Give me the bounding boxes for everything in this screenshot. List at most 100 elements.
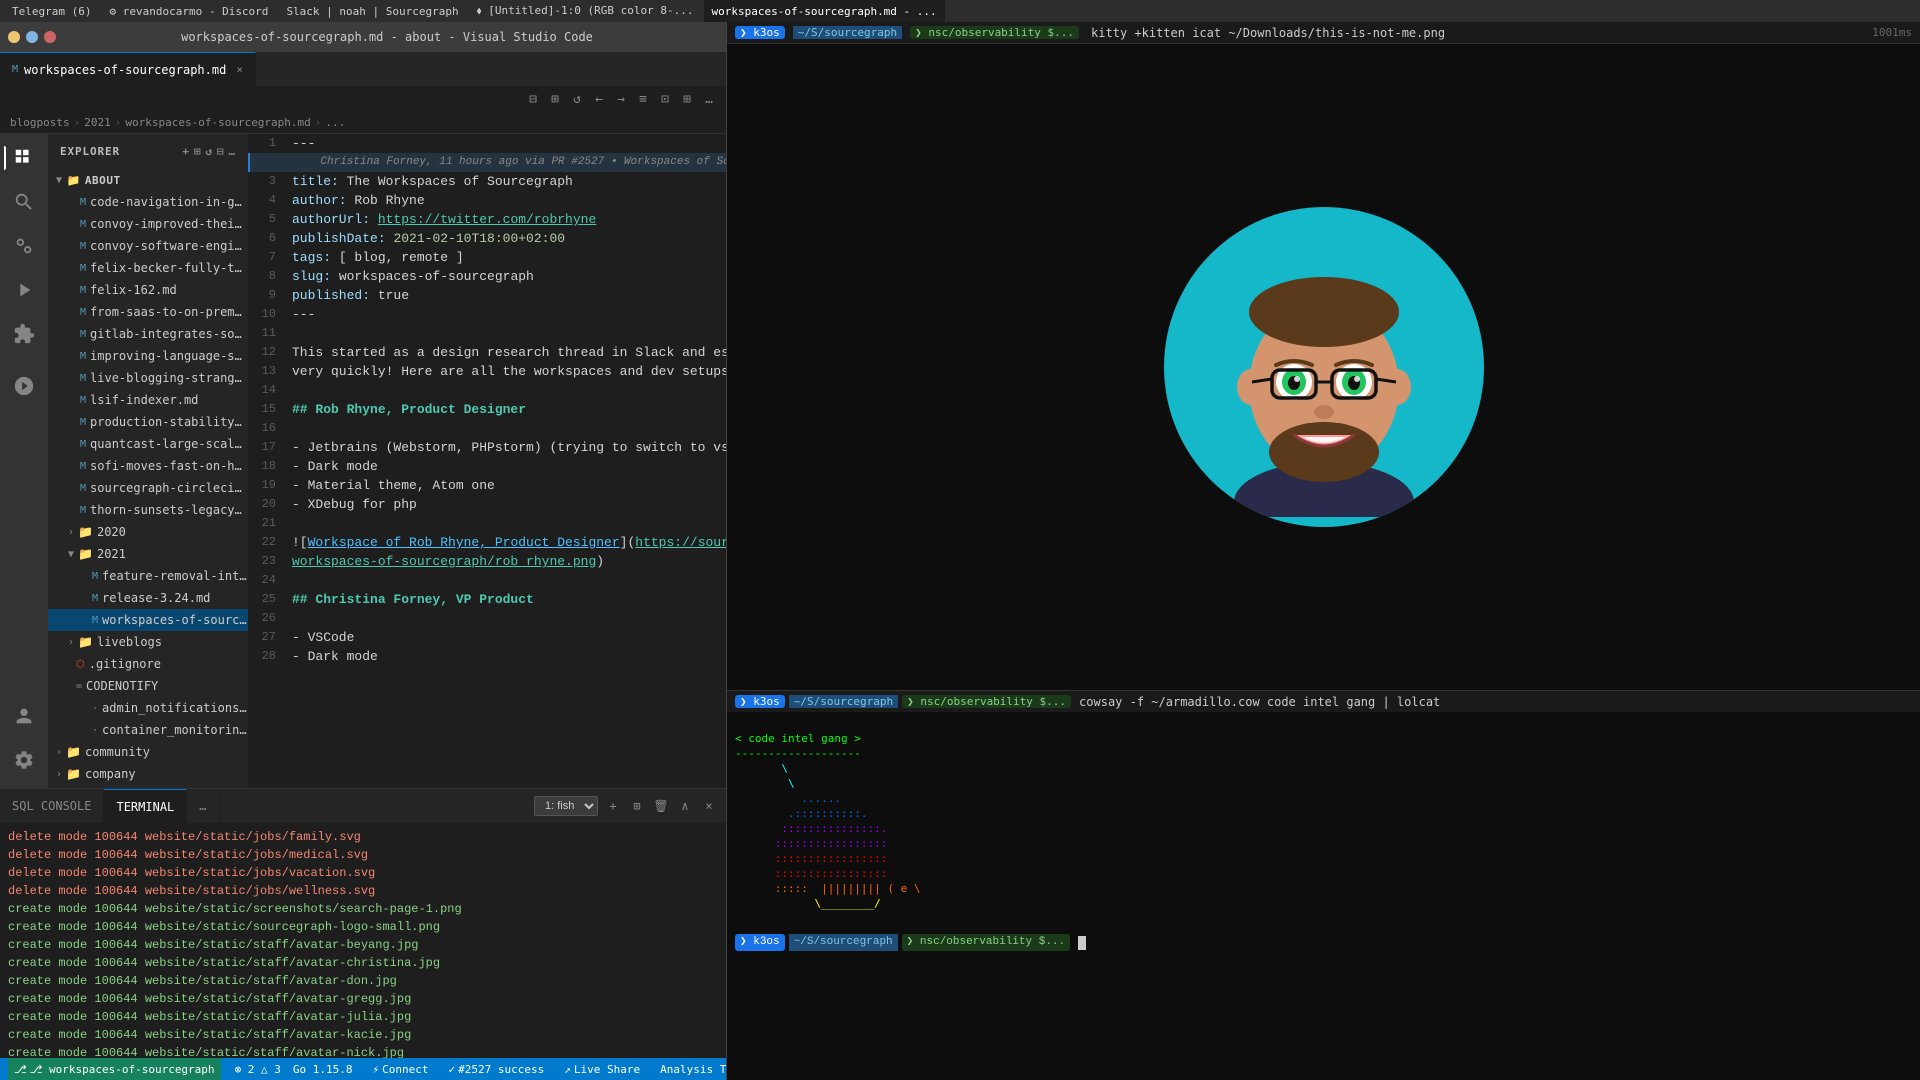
more-options-button[interactable]: …: [700, 91, 718, 109]
close-panel-button[interactable]: ×: [700, 797, 718, 815]
md-icon: M: [80, 461, 86, 472]
code-line-16: 16: [248, 419, 726, 438]
terminal-tab[interactable]: TERMINAL: [104, 789, 187, 823]
breadcrumb-2021[interactable]: 2021: [84, 116, 111, 129]
statusbar-errors[interactable]: ⊗ 2 △ 3: [229, 1058, 287, 1080]
taskbar-vscode[interactable]: workspaces-of-sourcegraph.md - ...: [704, 0, 945, 22]
statusbar-position[interactable]: Go 1.15.8: [287, 1058, 359, 1080]
more-actions-button[interactable]: ↺: [568, 91, 586, 109]
file-admin-notifications[interactable]: · admin_notifications_source...: [48, 697, 248, 719]
file-quantcast[interactable]: M quantcast-large-scale-ref...: [48, 433, 248, 455]
maximize-button[interactable]: [26, 31, 38, 43]
file-production[interactable]: M production-stability-at-lyf...: [48, 411, 248, 433]
terminal-dropdown[interactable]: 1: fish: [534, 796, 598, 816]
minimize-button[interactable]: [8, 31, 20, 43]
md-file-icon: M: [12, 64, 18, 75]
folder-company[interactable]: › 📁 company: [48, 763, 248, 785]
folder-community[interactable]: › 📁 community: [48, 741, 248, 763]
code-line-4: 4 author: Rob Rhyne: [248, 191, 726, 210]
chevron-down-icon: ▼: [68, 549, 74, 560]
close-button[interactable]: [44, 31, 56, 43]
file-sofi[interactable]: M sofi-moves-fast-on-hundr...: [48, 455, 248, 477]
file-sourcegraph-circleci[interactable]: M sourcegraph-circleci-2.0-...: [48, 477, 248, 499]
activity-bottom-icons: [4, 696, 44, 788]
more-files-icon[interactable]: …: [228, 145, 236, 158]
codenotify-icon: =: [76, 681, 82, 692]
activity-run[interactable]: [4, 270, 44, 310]
code-line-3: 3 title: The Workspaces of Sourcegraph: [248, 172, 726, 191]
folder-2021[interactable]: ▼ 📁 2021: [48, 543, 248, 565]
code-line-10: 10 ---: [248, 305, 726, 324]
new-file-icon[interactable]: +: [182, 145, 190, 158]
folder-2020[interactable]: › 📁 2020: [48, 521, 248, 543]
open-preview-button[interactable]: ⊡: [656, 91, 674, 109]
split-right-button[interactable]: ⊞: [678, 91, 696, 109]
breadcrumb-file[interactable]: workspaces-of-sourcegraph.md: [125, 116, 310, 129]
breadcrumb-section[interactable]: ...: [325, 116, 345, 129]
split-editor-button[interactable]: ⊟: [524, 91, 542, 109]
trash-terminal-button[interactable]: 🗑: [652, 797, 670, 815]
file-code-navigation[interactable]: M code-navigation-in-github...: [48, 191, 248, 213]
file-release-324[interactable]: M release-3.24.md: [48, 587, 248, 609]
split-terminal-button[interactable]: ⊞: [628, 797, 646, 815]
statusbar: ⎇ ⎇ workspaces-of-sourcegraph ⊗ 2 △ 3 Go…: [0, 1058, 726, 1080]
code-line-13: 13 very quickly! Here are all the worksp…: [248, 362, 726, 381]
folder-liveblogs[interactable]: › 📁 liveblogs: [48, 631, 248, 653]
maximize-panel-button[interactable]: ∧: [676, 797, 694, 815]
open-changes-button[interactable]: ≡: [634, 91, 652, 109]
terminal-cursor: [1078, 936, 1086, 950]
avatar-container: [1164, 207, 1484, 527]
file-thorn[interactable]: M thorn-sunsets-legacy-app...: [48, 499, 248, 521]
activity-extensions[interactable]: [4, 314, 44, 354]
breadcrumb-blogposts[interactable]: blogposts: [10, 116, 70, 129]
editor-tab-active[interactable]: M workspaces-of-sourcegraph.md ×: [0, 52, 256, 86]
refresh-icon[interactable]: ↺: [205, 145, 213, 158]
code-line-6: 6 publishDate: 2021-02-10T18:00+02:00: [248, 229, 726, 248]
file-felix-becker[interactable]: M felix-becker-fully-type-saf...: [48, 257, 248, 279]
activity-accounts[interactable]: [4, 696, 44, 736]
file-feature-removal[interactable]: M feature-removal-interacti...: [48, 565, 248, 587]
taskbar-gimp[interactable]: ⬧ [Untitled]-1:0 (RGB color 8-...: [469, 0, 702, 22]
activity-explorer[interactable]: [4, 138, 44, 178]
statusbar-git[interactable]: ⎇ ⎇ workspaces-of-sourcegraph: [8, 1058, 221, 1080]
file-gitignore[interactable]: ⬡ .gitignore: [48, 653, 248, 675]
taskbar-discord[interactable]: ⚙ revandocarmo - Discord: [101, 0, 276, 22]
sql-console-tab[interactable]: SQL CONSOLE: [0, 789, 104, 823]
collapse-all-icon[interactable]: ⊟: [217, 145, 225, 158]
sql-console-label: SQL CONSOLE: [12, 799, 91, 813]
navigation-back-button[interactable]: ←: [590, 91, 608, 109]
file-felix-162[interactable]: M felix-162.md: [48, 279, 248, 301]
code-line-11: 11: [248, 324, 726, 343]
activity-source-control[interactable]: [4, 226, 44, 266]
file-codenotify1[interactable]: = CODENOTIFY: [48, 675, 248, 697]
split-editor-v-button[interactable]: ⊞: [546, 91, 564, 109]
file-gitlab[interactable]: M gitlab-integrates-sourceg...: [48, 323, 248, 345]
taskbar-telegram[interactable]: Telegram (6): [4, 0, 99, 22]
new-folder-icon[interactable]: ⊞: [194, 145, 202, 158]
code-editor[interactable]: 1 --- Christina Forney, 11 hours ago via…: [248, 134, 726, 788]
taskbar-slack[interactable]: Slack | noah | Sourcegraph: [278, 0, 466, 22]
activity-remote[interactable]: [4, 366, 44, 406]
file-from-saas[interactable]: M from-saas-to-on-prem.md: [48, 301, 248, 323]
file-convoy-improved[interactable]: M convoy-improved-their-d...: [48, 213, 248, 235]
activity-settings[interactable]: [4, 740, 44, 780]
navigation-forward-button[interactable]: →: [612, 91, 630, 109]
activity-search[interactable]: [4, 182, 44, 222]
file-lsif[interactable]: M lsif-indexer.md: [48, 389, 248, 411]
statusbar-pr[interactable]: ✓ #2527 success: [443, 1058, 551, 1080]
file-convoy-software[interactable]: M convoy-software-enginee...: [48, 235, 248, 257]
folder-2021-icon: 📁: [78, 547, 93, 561]
file-workspaces[interactable]: M workspaces-of-sourcegra...: [48, 609, 248, 631]
about-folder-header[interactable]: ▼ 📁 ABOUT: [48, 169, 248, 191]
editor-tabs: M workspaces-of-sourcegraph.md ×: [0, 52, 726, 87]
file-container-monitoring[interactable]: · container_monitoring_sour...: [48, 719, 248, 741]
statusbar-connect[interactable]: ⚡ Connect: [367, 1058, 435, 1080]
statusbar-liveshare[interactable]: ↗ Live Share: [558, 1058, 646, 1080]
file-live-blogging[interactable]: M live-blogging-strange-loo...: [48, 367, 248, 389]
editor-toolbar: ⊟ ⊞ ↺ ← → ≡ ⊡ ⊞ …: [0, 87, 726, 112]
file-improving[interactable]: M improving-language-supp...: [48, 345, 248, 367]
cowsay-cmd: cowsay -f ~/armadillo.cow code intel gan…: [1079, 695, 1440, 709]
more-terminals-button[interactable]: …: [187, 789, 219, 823]
add-terminal-button[interactable]: +: [604, 797, 622, 815]
close-tab-icon[interactable]: ×: [236, 63, 243, 76]
